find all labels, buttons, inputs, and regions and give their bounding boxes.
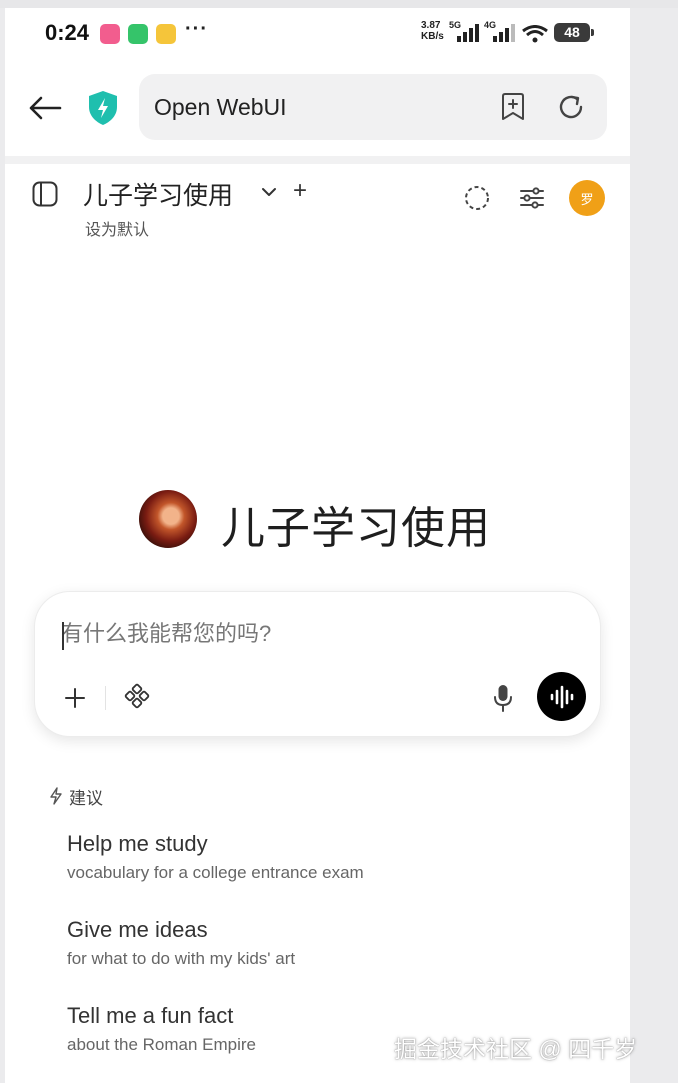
suggestion-title: Help me study bbox=[67, 831, 208, 856]
status-time: 0:24 bbox=[45, 20, 90, 45]
bookmark-add-icon bbox=[502, 93, 524, 120]
shield-bolt-icon bbox=[89, 91, 117, 125]
plus-icon bbox=[65, 688, 85, 708]
reload-button[interactable] bbox=[555, 91, 587, 123]
weibo-app-icon bbox=[156, 24, 176, 44]
add-model-button[interactable]: + bbox=[293, 178, 307, 204]
attach-button[interactable] bbox=[61, 684, 89, 712]
tools-icon bbox=[124, 683, 150, 709]
page-title: Open WebUI bbox=[154, 94, 287, 120]
temporary-chat-icon[interactable] bbox=[463, 184, 491, 212]
toolbar-divider bbox=[5, 156, 630, 164]
battery-icon: 48 bbox=[554, 23, 594, 42]
model-title: 儿子学习使用 bbox=[221, 504, 491, 553]
set-default-link[interactable]: 设为默认 bbox=[85, 216, 149, 240]
suggestion-subtitle: vocabulary for a college entrance exam bbox=[67, 863, 364, 882]
address-bar[interactable]: Open WebUI bbox=[139, 74, 607, 140]
signal-icon-2 bbox=[493, 24, 515, 42]
tools-button[interactable] bbox=[123, 682, 151, 710]
window-top-strip bbox=[0, 0, 678, 8]
green-app-icon bbox=[128, 24, 148, 44]
suggestion-item[interactable]: Help me study vocabulary for a college e… bbox=[67, 831, 467, 883]
suggestion-title: Give me ideas bbox=[67, 917, 208, 942]
user-avatar[interactable]: 罗 bbox=[569, 180, 605, 216]
more-notifications-icon: ··· bbox=[185, 18, 208, 40]
microphone-button[interactable] bbox=[489, 682, 517, 714]
message-input[interactable] bbox=[61, 614, 561, 654]
wifi-icon bbox=[522, 25, 548, 43]
sliders-icon[interactable] bbox=[518, 184, 546, 212]
reload-icon bbox=[559, 95, 583, 119]
network-speed: 3.87 KB/s bbox=[421, 20, 444, 42]
browser-toolbar: Open WebUI bbox=[5, 60, 630, 156]
chat-header: 儿子学习使用 + 设为默认 罗 bbox=[5, 164, 630, 254]
composer-divider bbox=[105, 686, 106, 710]
network-speed-value: 3.87 bbox=[421, 20, 441, 31]
suggestion-title: Tell me a fun fact bbox=[67, 1003, 234, 1028]
bookmark-add-button[interactable] bbox=[497, 91, 529, 123]
suggestions-label: 建议 bbox=[69, 788, 103, 808]
phone-screen: 0:24 ··· 3.87 KB/s 5G 4G 48 Open WebUI 儿… bbox=[5, 8, 630, 1083]
sidebar-toggle-button[interactable] bbox=[31, 180, 59, 208]
suggestions-header: 建议 bbox=[49, 786, 103, 808]
suggestion-item[interactable]: Give me ideas for what to do with my kid… bbox=[67, 917, 467, 969]
network-speed-unit: KB/s bbox=[421, 31, 444, 42]
bilibili-app-icon bbox=[100, 24, 120, 44]
model-selector[interactable]: 儿子学习使用 bbox=[83, 176, 233, 212]
voice-mode-button[interactable] bbox=[537, 672, 586, 721]
watermark: 掘金技术社区 @ 四千岁 bbox=[394, 1036, 638, 1062]
text-caret bbox=[62, 622, 64, 650]
sidebar-icon bbox=[32, 181, 58, 207]
message-composer bbox=[34, 591, 601, 737]
arrow-left-icon bbox=[29, 96, 62, 120]
audio-waveform-icon bbox=[550, 685, 573, 708]
suggestion-subtitle: for what to do with my kids' art bbox=[67, 949, 296, 968]
signal-icon bbox=[457, 24, 479, 42]
lightning-icon bbox=[50, 787, 62, 805]
back-button[interactable] bbox=[25, 88, 65, 128]
model-avatar bbox=[139, 490, 197, 548]
microphone-icon bbox=[494, 685, 512, 712]
status-bar: 0:24 ··· 3.87 KB/s 5G 4G 48 bbox=[5, 8, 630, 60]
chevron-down-icon[interactable] bbox=[259, 182, 279, 202]
